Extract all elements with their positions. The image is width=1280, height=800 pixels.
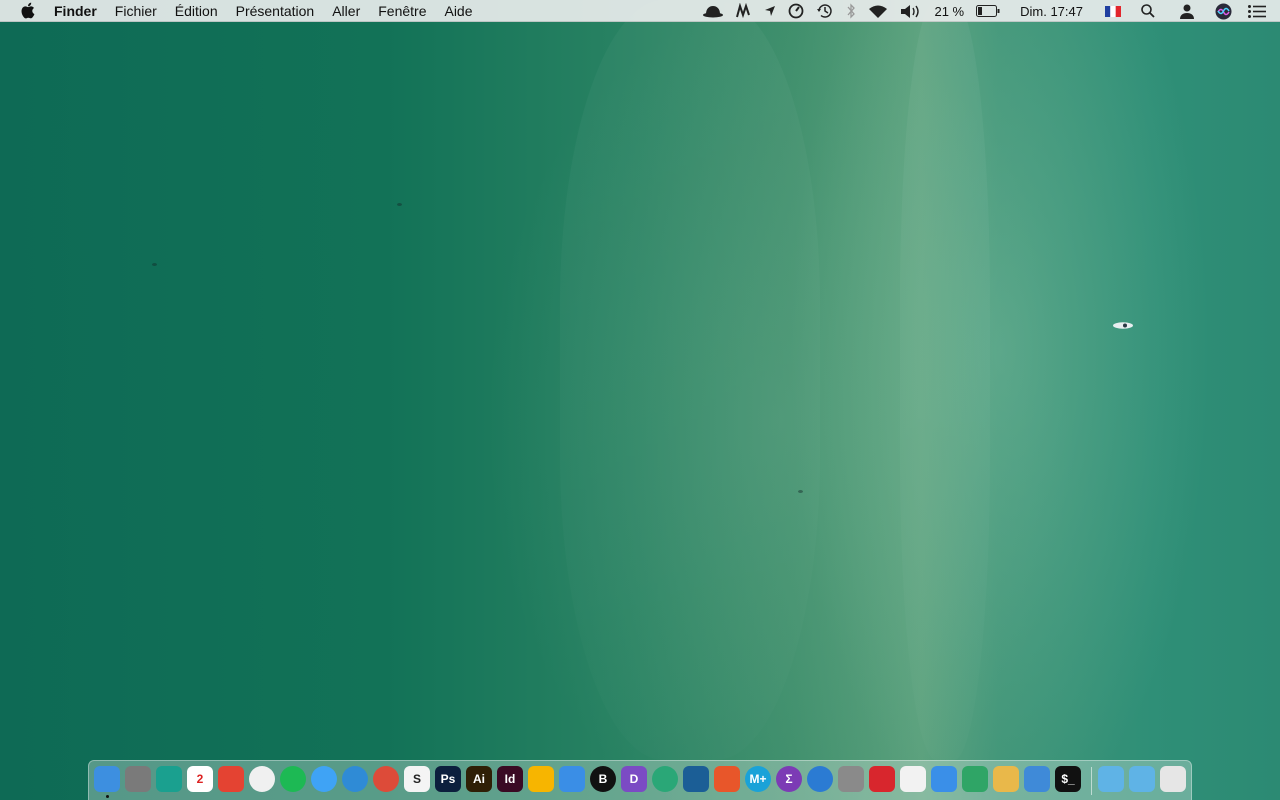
- dock-divider: [1091, 767, 1092, 795]
- dock-bear-b-label: B: [598, 772, 608, 786]
- location-arrow-icon[interactable]: [764, 0, 776, 22]
- wave-band: [560, 0, 820, 760]
- script-m-icon[interactable]: [736, 0, 752, 22]
- dock-transporter-icon[interactable]: [1024, 766, 1050, 792]
- volume-icon[interactable]: [900, 0, 922, 22]
- menu-fenetre[interactable]: Fenêtre: [369, 0, 435, 22]
- dock-tableplus-icon[interactable]: [807, 766, 833, 792]
- dock-transmit-icon[interactable]: [559, 766, 585, 792]
- menubar: Finder Fichier Édition Présentation Alle…: [0, 0, 1280, 22]
- dock-terminal-icon[interactable]: $_: [1055, 766, 1081, 792]
- dock-sequel-pro-icon[interactable]: [993, 766, 1019, 792]
- time-machine-icon[interactable]: [816, 0, 834, 22]
- battery-icon[interactable]: [976, 0, 1000, 22]
- dock-applications-folder-icon[interactable]: [1129, 766, 1155, 792]
- wifi-icon[interactable]: [868, 0, 888, 22]
- dock-indesign-icon[interactable]: Id: [497, 766, 523, 792]
- notification-center-icon[interactable]: [1248, 0, 1266, 22]
- dock-bear-b-icon[interactable]: B: [590, 766, 616, 792]
- menu-presentation[interactable]: Présentation: [227, 0, 324, 22]
- dock-airmail-icon[interactable]: [342, 766, 368, 792]
- running-indicator: [106, 795, 109, 798]
- dock-paw-icon[interactable]: [714, 766, 740, 792]
- dock-sketch-icon[interactable]: [528, 766, 554, 792]
- battery-percent[interactable]: 21 %: [934, 0, 964, 22]
- desktop-wallpaper: [0, 0, 1280, 800]
- dock-itunes-icon[interactable]: [249, 766, 275, 792]
- dock-markdown-plus-label: M+: [749, 772, 767, 786]
- water-speck: [397, 203, 402, 206]
- dock-photoshop-label: Ps: [440, 772, 456, 786]
- apple-icon[interactable]: [20, 2, 38, 19]
- dock-finder-icon[interactable]: [94, 766, 120, 792]
- wave-band: [900, 0, 990, 760]
- dock-photoshop-icon[interactable]: Ps: [435, 766, 461, 792]
- dock-atom-icon[interactable]: [652, 766, 678, 792]
- menu-app-finder[interactable]: Finder: [54, 0, 106, 22]
- gauge-icon[interactable]: [788, 0, 804, 22]
- paddleboard-image: [1113, 322, 1133, 329]
- dock-fork-icon[interactable]: [931, 766, 957, 792]
- dock-markdown-plus-icon[interactable]: M+: [745, 766, 771, 792]
- dock-todoist-icon[interactable]: [218, 766, 244, 792]
- dock-robot-icon[interactable]: [900, 766, 926, 792]
- dock-vscode-icon[interactable]: [683, 766, 709, 792]
- dock-spotify-icon[interactable]: [280, 766, 306, 792]
- french-flag-icon[interactable]: [1105, 0, 1121, 22]
- user-icon[interactable]: [1179, 0, 1195, 22]
- dock-chrome-icon[interactable]: [373, 766, 399, 792]
- menu-edition[interactable]: Édition: [166, 0, 227, 22]
- dock-soulver-icon[interactable]: Σ: [776, 766, 802, 792]
- dock-scanner-icon[interactable]: [838, 766, 864, 792]
- dock-lock-app-icon[interactable]: [156, 766, 182, 792]
- dock-indesign-label: Id: [504, 772, 516, 786]
- dock-dash-label: D: [629, 772, 639, 786]
- dock-downloads-folder-icon[interactable]: [1098, 766, 1124, 792]
- menu-fichier[interactable]: Fichier: [106, 0, 166, 22]
- dock-fantastical-shield-icon[interactable]: [869, 766, 895, 792]
- dock-dash-icon[interactable]: D: [621, 766, 647, 792]
- dock-calendar-icon[interactable]: 2: [187, 766, 213, 792]
- menu-aller[interactable]: Aller: [323, 0, 369, 22]
- dock-illustrator-icon[interactable]: Ai: [466, 766, 492, 792]
- dock-sublime-slack-label: S: [412, 772, 421, 786]
- dock: 2 S Ps Ai Id B D M+ Σ $_: [88, 760, 1192, 800]
- dock-system-preferences-icon[interactable]: [125, 766, 151, 792]
- clock[interactable]: Dim. 17:47: [1020, 0, 1083, 22]
- spotlight-search-icon[interactable]: [1141, 0, 1155, 22]
- alfred-hat-icon[interactable]: [702, 0, 724, 22]
- dock-illustrator-label: Ai: [473, 772, 485, 786]
- dock-messages-icon[interactable]: [311, 766, 337, 792]
- dock-gitkraken-icon[interactable]: [962, 766, 988, 792]
- dock-sublime-slack-icon[interactable]: S: [404, 766, 430, 792]
- menu-aide[interactable]: Aide: [435, 0, 481, 22]
- water-speck: [152, 263, 157, 266]
- siri-icon[interactable]: [1215, 0, 1232, 22]
- bluetooth-icon[interactable]: [846, 0, 856, 22]
- dock-soulver-label: Σ: [785, 772, 793, 786]
- dock-terminal-label: $_: [1061, 772, 1075, 786]
- dock-calendar-label: 2: [196, 772, 204, 786]
- water-speck: [798, 490, 803, 493]
- dock-trash-icon[interactable]: [1160, 766, 1186, 792]
